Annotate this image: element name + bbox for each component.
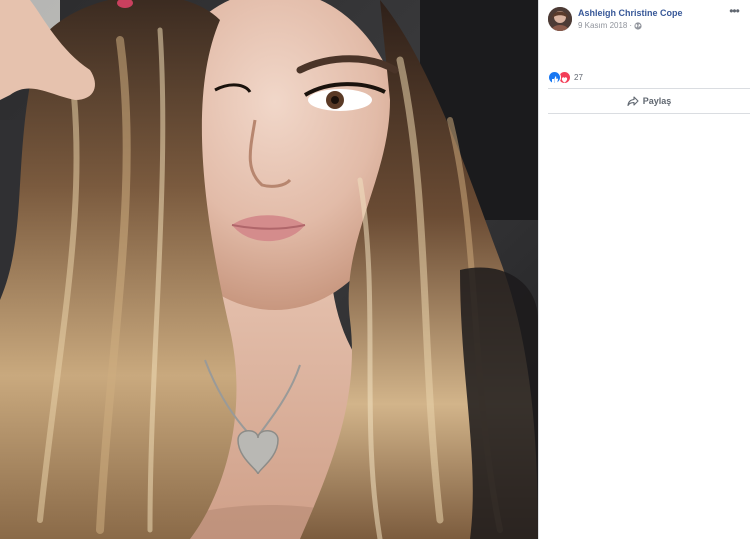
meta-separator: ·	[629, 21, 633, 30]
share-label: Paylaş	[642, 96, 672, 106]
post-photo[interactable]	[0, 0, 538, 539]
selfie-photo-illustration	[0, 0, 538, 539]
like-icon	[548, 70, 561, 84]
reactions-summary[interactable]: 27	[548, 70, 583, 84]
post-header: Ashleigh Christine Cope 9 Kasım 2018 · •…	[548, 5, 744, 36]
author-avatar[interactable]	[548, 7, 572, 31]
post-date-link[interactable]: 9 Kasım 2018	[578, 20, 627, 31]
post-meta: 9 Kasım 2018 ·	[578, 20, 744, 31]
action-bar-bottom-divider	[548, 113, 750, 114]
post-details-panel: Ashleigh Christine Cope 9 Kasım 2018 · •…	[538, 0, 750, 539]
author-name-link[interactable]: Ashleigh Christine Cope	[578, 7, 744, 19]
globe-icon[interactable]	[634, 21, 642, 30]
post-header-text: Ashleigh Christine Cope 9 Kasım 2018 ·	[578, 6, 744, 31]
avatar-photo-icon	[548, 7, 572, 31]
more-options-button[interactable]: •••	[726, 5, 742, 20]
share-arrow-icon	[627, 96, 639, 106]
photo-viewer: Ashleigh Christine Cope 9 Kasım 2018 · •…	[0, 0, 750, 539]
reaction-count[interactable]: 27	[574, 73, 583, 82]
share-button[interactable]: Paylaş	[548, 89, 750, 113]
